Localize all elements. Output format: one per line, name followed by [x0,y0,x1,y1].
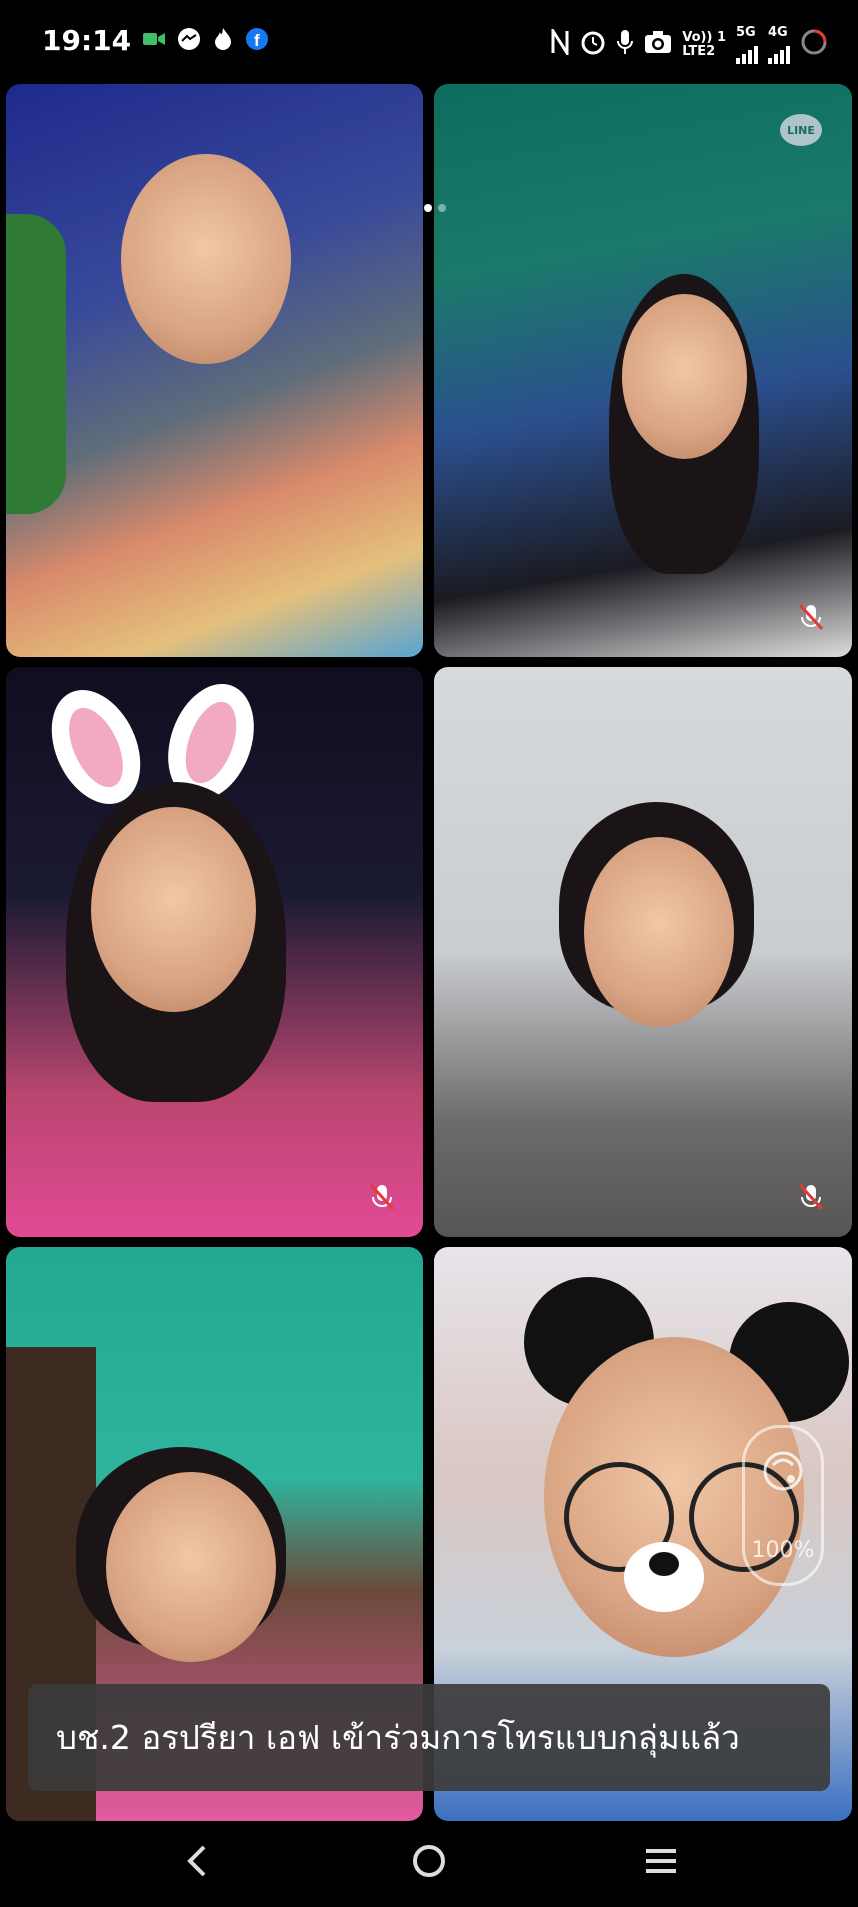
camera-icon [644,30,672,60]
alarm-icon [580,29,606,61]
participant-tile-2[interactable]: LINE [434,84,852,657]
home-button[interactable] [404,1838,454,1888]
status-right: Vo)) 1 LTE2 5G 4G [550,26,828,64]
volte-top-label: Vo)) 1 [682,30,726,45]
beauty-level-control[interactable]: 100% [742,1425,824,1586]
flame-icon [213,27,233,55]
recents-button[interactable] [636,1838,686,1888]
recents-menu-icon [644,1846,678,1880]
signal-sim1: 5G [736,26,758,64]
volte-bottom-label: LTE2 [682,44,716,59]
pager-dots [424,204,446,212]
participant-face [584,837,734,1027]
nfc-icon [550,25,570,61]
mic-muted-icon [369,1183,395,1213]
svg-text:f: f [254,31,260,50]
back-button[interactable] [172,1838,222,1888]
panda-snout-filter [624,1542,704,1612]
participant-face [121,154,291,364]
face-retouch-icon [761,1449,805,1497]
participant-tile-3[interactable] [6,667,423,1237]
signal-bars-2-icon [768,40,790,64]
pager-dot [438,204,446,212]
home-circle-icon [411,1843,447,1883]
back-chevron-icon [182,1843,212,1883]
network-type-2: 4G [768,25,788,40]
video-camera-icon [143,31,166,51]
participant-tile-1[interactable] [6,84,423,657]
signal-sim2: 4G [768,26,790,64]
mic-muted-icon [798,1183,824,1213]
status-left: 19:14 f [42,24,269,57]
line-app-badge: LINE [780,114,822,146]
network-type-1: 5G [736,25,756,40]
pager-dot-active [424,204,432,212]
signal-bars-1-icon [736,40,758,64]
participant-tile-4[interactable] [434,667,852,1237]
status-bar: 19:14 f Vo)) 1 LTE2 5G 4G [0,0,858,84]
mic-muted-icon [798,603,824,633]
navigation-bar [0,1820,858,1907]
join-notification-toast: บช.2 อรปรียา เอฟ เข้าร่วมการโทรแบบกลุ่มแ… [28,1684,830,1791]
volte-indicator: Vo)) 1 LTE2 [682,31,726,59]
participant-face [622,294,747,459]
facebook-icon: f [245,27,269,55]
mic-icon [616,29,634,61]
clock: 19:14 [42,24,132,57]
participant-face [106,1472,276,1662]
beauty-level-label: 100% [751,1537,815,1563]
tree-foliage [6,214,66,514]
messenger-icon [177,27,201,55]
toast-message: บช.2 อรปรียา เอฟ เข้าร่วมการโทรแบบกลุ่มแ… [56,1718,740,1757]
battery-ring-icon [800,28,828,62]
participant-face [91,807,256,1012]
